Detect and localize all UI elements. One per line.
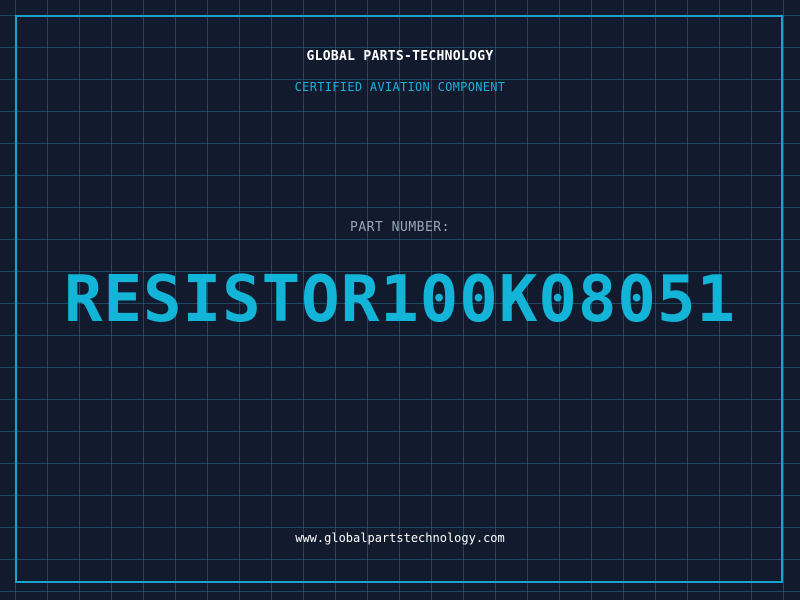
website-url: www.globalpartstechnology.com [295,531,505,545]
company-name: GLOBAL PARTS-TECHNOLOGY [306,49,494,64]
part-number-value: RESISTOR100K08051 [63,263,737,337]
part-number-label: PART NUMBER: [350,220,450,235]
certification-tagline: CERTIFIED AVIATION COMPONENT [294,80,506,94]
